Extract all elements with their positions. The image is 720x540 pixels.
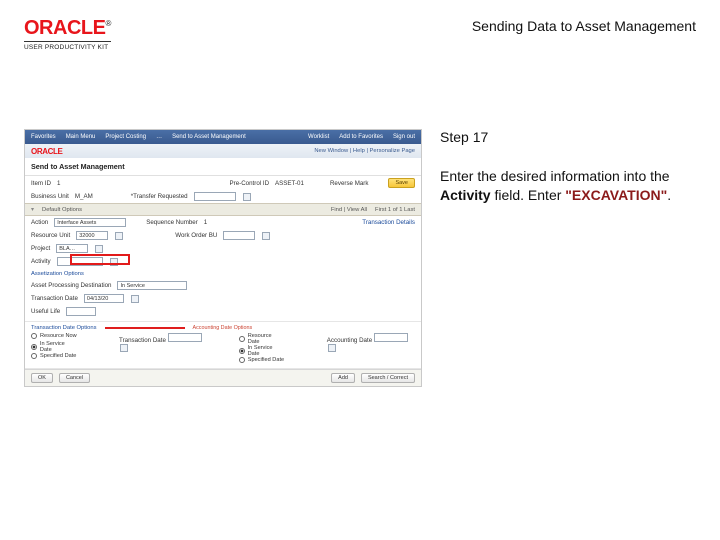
lookup-icon[interactable] (115, 232, 123, 240)
collapse-icon[interactable]: ▾ (31, 206, 34, 213)
sequence-label: Sequence Number (146, 219, 198, 226)
txn-date-input[interactable]: 04/13/20 (84, 294, 124, 303)
page-title: Send to Asset Management (31, 162, 125, 171)
save-button[interactable]: Save (388, 178, 415, 188)
txn-date-label: Transaction Date (31, 295, 78, 302)
logo-word: ORACLE (24, 17, 105, 39)
calendar-icon[interactable] (120, 344, 128, 352)
acc-date-input[interactable] (374, 333, 408, 342)
find-link[interactable]: Find | View All (331, 207, 367, 213)
radio-specified-date-right[interactable]: Specified Date (239, 357, 284, 363)
upk-logo: ORACLE® USER PRODUCTIVITY KIT (24, 18, 111, 51)
instruction-text: Enter the desired information into the A… (440, 167, 696, 205)
work-order-label: Work Order BU (175, 232, 217, 239)
txn-date-options-title: Transaction Date Options (31, 325, 97, 331)
doc-title: Sending Data to Asset Management (472, 18, 696, 34)
lookup-icon[interactable] (95, 245, 103, 253)
resource-unit-label: Resource Unit (31, 232, 70, 239)
radio-specified-date[interactable]: Specified Date (31, 353, 76, 359)
project-label: Project (31, 245, 50, 252)
txn-details-link[interactable]: Transaction Details (362, 219, 415, 226)
default-options-title: Default Options (42, 207, 82, 213)
project-input[interactable]: BLA… (56, 244, 88, 253)
search-button[interactable]: Search / Correct (361, 373, 415, 383)
asset-options-title: Assetization Options (31, 271, 84, 277)
topbar-right[interactable]: Sign out (393, 134, 415, 140)
asset-proc-dest-select[interactable]: In Service (117, 281, 187, 290)
topbar-item[interactable]: Favorites (31, 134, 56, 140)
useful-life-input[interactable] (66, 307, 96, 316)
action-select[interactable]: Interface Assets (54, 218, 126, 227)
tx-date-input[interactable] (168, 333, 202, 342)
transfer-req-label: *Transfer Requested (131, 193, 188, 200)
pre-control-id-value: ASSET-01 (275, 180, 304, 187)
add-button[interactable]: Add (331, 373, 355, 383)
asset-proc-dest-label: Asset Processing Destination (31, 282, 111, 289)
logo-subline: USER PRODUCTIVITY KIT (24, 41, 111, 51)
item-id-label: Item ID (31, 180, 51, 187)
bus-unit-label: Business Unit (31, 193, 69, 200)
pager[interactable]: First 1 of 1 Last (375, 207, 415, 213)
acc-date-label: Accounting Date (327, 337, 372, 344)
work-order-input[interactable] (223, 231, 255, 240)
cancel-button[interactable]: Cancel (59, 373, 90, 383)
logo-tm: ® (105, 19, 111, 28)
reverse-mark-label: Reverse Mark (330, 180, 369, 187)
default-options-bar[interactable]: ▾ Default Options Find | View All First … (25, 203, 421, 216)
mini-oracle-logo: ORACLE (31, 147, 62, 156)
pre-control-id-label: Pre-Control ID (230, 180, 270, 187)
topbar-item[interactable]: Main Menu (66, 134, 96, 140)
acc-date-options-title: Accounting Date Options (193, 325, 253, 331)
radio-in-service-date-right[interactable]: In Service Date (239, 345, 285, 357)
lookup-icon[interactable] (110, 258, 118, 266)
activity-label: Activity (31, 258, 51, 265)
activity-input[interactable] (57, 257, 103, 266)
lookup-icon[interactable] (262, 232, 270, 240)
radio-resource-date[interactable]: Resource Date (239, 333, 285, 345)
calendar-icon[interactable] (328, 344, 336, 352)
topbar-item[interactable]: Send to Asset Management (172, 134, 246, 140)
app-brandbar: ORACLE New Window | Help | Personalize P… (25, 144, 421, 158)
resource-unit-input[interactable]: 32000 (76, 231, 108, 240)
transfer-req-input[interactable] (194, 192, 236, 201)
topbar-right[interactable]: Worklist (308, 134, 329, 140)
topbar-item: … (156, 134, 162, 140)
screenshot-panel: Favorites Main Menu Project Costing … Se… (24, 129, 422, 387)
topbar-right[interactable]: Add to Favorites (339, 134, 383, 140)
calendar-icon[interactable] (131, 295, 139, 303)
step-label: Step 17 (440, 129, 696, 145)
topbar-item[interactable]: Project Costing (105, 134, 146, 140)
tx-date-label: Transaction Date (119, 337, 166, 344)
sequence-value: 1 (204, 219, 207, 226)
app-topbar: Favorites Main Menu Project Costing … Se… (25, 130, 421, 144)
calendar-icon[interactable] (243, 193, 251, 201)
action-label: Action (31, 219, 48, 226)
useful-life-label: Useful Life (31, 308, 60, 315)
radio-in-service-date[interactable]: In Service Date (31, 341, 77, 353)
bus-unit-value: M_AM (75, 193, 93, 200)
ok-button[interactable]: OK (31, 373, 53, 383)
brandbar-links[interactable]: New Window | Help | Personalize Page (314, 148, 415, 154)
item-id-value: 1 (57, 180, 60, 187)
divider (105, 327, 185, 329)
radio-resource-now[interactable]: Resource Now (31, 333, 77, 339)
